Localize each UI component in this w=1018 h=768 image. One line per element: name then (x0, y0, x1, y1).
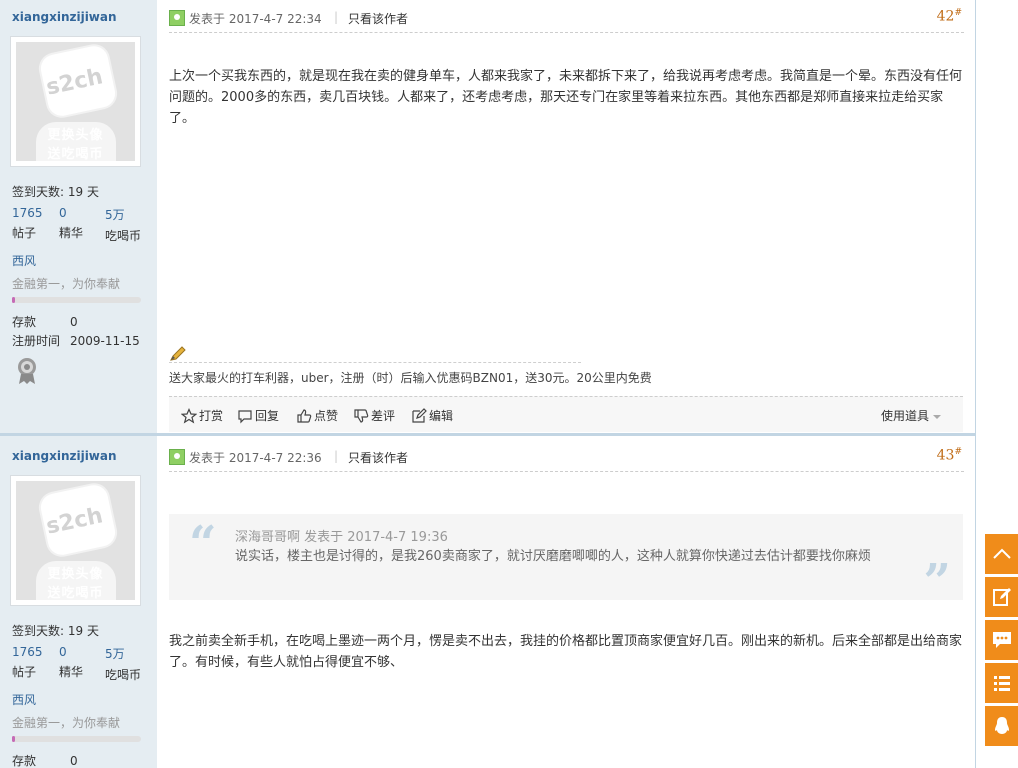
chevron-up-icon (992, 548, 1011, 559)
coins-count[interactable]: 5万 (105, 206, 141, 223)
online-status-icon (169, 449, 185, 465)
digest-count[interactable]: 0 (59, 206, 83, 220)
post-header: 发表于 2017-4-7 22:34 | 只看该作者 42# (169, 8, 964, 33)
author-sidebar: xiangxinzijiwan s2ch 更换头像 送吃喝币 签到天数: 19 … (0, 436, 157, 768)
online-status-icon (169, 10, 185, 26)
author-name-link[interactable]: xiangxinzijiwan (12, 10, 117, 24)
caret-down-icon (933, 414, 941, 419)
close-quote-icon: ” (923, 554, 951, 610)
quick-reply-button[interactable] (985, 620, 1018, 660)
quote-text: 说实话，楼主也是讨得的，是我260卖商家了，就讨厌磨磨唧唧的人，这种人就算你快递… (235, 549, 871, 564)
post-time: 发表于 2017-4-7 22:34 (189, 12, 322, 26)
post-main: 发表于 2017-4-7 22:34 | 只看该作者 42# 上次一个买我东西的… (157, 0, 976, 433)
author-sidebar: xiangxinzijiwan s2ch 更换头像 送吃喝币 签到天数: 19 … (0, 0, 157, 433)
level-progress-bar (12, 297, 141, 303)
post-content: 我之前卖全新手机，在吃喝上墨迹一两个月，愣是卖不出去，我挂的价格都比置顶商家便宜… (169, 634, 963, 670)
thumbs-down-icon (354, 408, 369, 423)
checkin-days: 签到天数: 19 天 (12, 185, 99, 199)
user-motto: 金融第一，为你奉献 (12, 716, 121, 730)
new-post-button[interactable] (985, 577, 1018, 617)
star-icon (181, 407, 197, 424)
post-time: 发表于 2017-4-7 22:36 (189, 451, 322, 465)
floor-number[interactable]: 42# (937, 8, 962, 25)
author-name-link[interactable]: xiangxinzijiwan (12, 449, 117, 463)
user-group[interactable]: 西风 (12, 252, 36, 269)
edit-icon (992, 588, 1011, 606)
list-icon (993, 676, 1010, 691)
view-author-only-link[interactable]: 只看该作者 (348, 449, 408, 466)
checkin-days: 签到天数: 19 天 (12, 624, 99, 638)
digest-count[interactable]: 0 (59, 645, 83, 659)
avatar-caption-2: 送吃喝币 (47, 586, 104, 600)
user-group[interactable]: 西风 (12, 691, 36, 708)
quote-meta: 深海哥哥啊 发表于 2017-4-7 19:36 (235, 530, 448, 545)
signature-divider (169, 362, 581, 363)
separator: | (334, 449, 339, 463)
pencil-icon (170, 346, 186, 361)
avatar[interactable]: s2ch 更换头像 送吃喝币 (10, 475, 141, 606)
post-actions: 打赏 回复 点赞 差评 编辑 使用道具 (169, 396, 963, 432)
register-date: 注册时间 2009-11-15 (12, 334, 140, 348)
qq-service-button[interactable] (985, 706, 1018, 746)
chat-icon (992, 632, 1011, 648)
back-to-top-button[interactable] (985, 534, 1018, 574)
post-43: xiangxinzijiwan s2ch 更换头像 送吃喝币 签到天数: 19 … (0, 436, 976, 768)
floor-number[interactable]: 43# (937, 447, 962, 464)
deposit: 存款 0 (12, 315, 78, 329)
avatar-caption-1: 更换头像 (47, 567, 104, 582)
avatar-caption-2: 送吃喝币 (47, 147, 104, 161)
like-button[interactable]: 点赞 (296, 407, 338, 424)
reward-button[interactable]: 打赏 (181, 407, 223, 424)
post-42: xiangxinzijiwan s2ch 更换头像 送吃喝币 签到天数: 19 … (0, 0, 976, 433)
avatar-caption-1: 更换头像 (47, 128, 104, 143)
dislike-button[interactable]: 差评 (353, 407, 395, 424)
user-motto: 金融第一，为你奉献 (12, 277, 121, 291)
posts-count[interactable]: 1765 (12, 645, 43, 659)
level-progress-bar (12, 736, 141, 742)
comment-icon (238, 409, 252, 423)
thread-list-button[interactable] (985, 663, 1018, 703)
edit-icon (412, 407, 427, 423)
edit-button[interactable]: 编辑 (411, 407, 453, 424)
view-author-only-link[interactable]: 只看该作者 (348, 10, 408, 27)
open-quote-icon: “ (189, 516, 217, 572)
post-main: 发表于 2017-4-7 22:36 | 只看该作者 43# “ 深海哥哥啊 发… (157, 436, 976, 768)
coins-count[interactable]: 5万 (105, 645, 141, 662)
separator: | (334, 10, 339, 24)
quote-block: “ 深海哥哥啊 发表于 2017-4-7 19:36 说实话，楼主也是讨得的，是… (169, 514, 963, 606)
medal-icon[interactable] (16, 357, 38, 385)
signature: 送大家最火的打车利器，uber，注册（时）后输入优惠码BZN01，送30元。20… (169, 371, 652, 385)
reply-button[interactable]: 回复 (237, 407, 279, 424)
posts-count[interactable]: 1765 (12, 206, 43, 220)
use-tools-dropdown[interactable]: 使用道具 (881, 407, 941, 424)
post-content: 上次一个买我东西的，就是现在我在卖的健身单车，人都来我家了，未来都拆下来了，给我… (169, 69, 963, 126)
deposit: 存款 0 (12, 754, 78, 768)
qq-penguin-icon (994, 717, 1009, 734)
thumbs-up-icon (297, 408, 312, 423)
avatar[interactable]: s2ch 更换头像 送吃喝币 (10, 36, 141, 167)
post-header: 发表于 2017-4-7 22:36 | 只看该作者 43# (169, 447, 964, 472)
